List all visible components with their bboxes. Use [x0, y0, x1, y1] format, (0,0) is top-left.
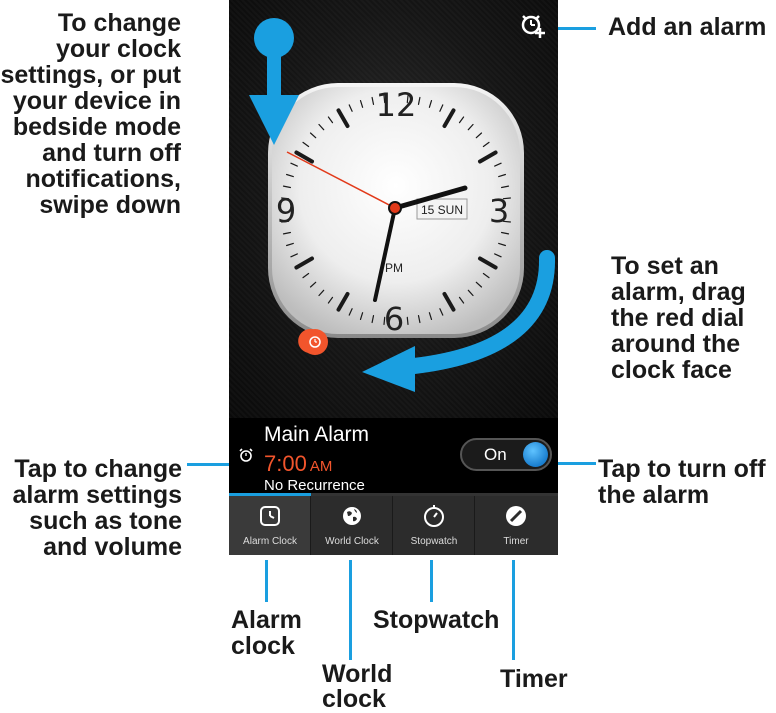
- callout-connector-turn-off: [556, 462, 596, 465]
- alarm-toggle[interactable]: On: [460, 438, 552, 471]
- callout-line: around the: [611, 330, 741, 358]
- add-alarm-button[interactable]: [518, 10, 548, 40]
- clock-face-area[interactable]: 12 3 6 9 15 SUN PM: [229, 0, 558, 418]
- callout-line: To change: [57, 9, 181, 37]
- numeral-12: 12: [376, 86, 417, 124]
- callout-tab-alarm-clock: Alarm clock: [231, 607, 302, 659]
- callout-line: and turn off: [42, 139, 181, 167]
- timer-icon: [506, 506, 526, 526]
- callout-line: World: [322, 660, 393, 688]
- callout-connector-alarm-clock: [265, 560, 268, 602]
- callout-line: your clock: [55, 35, 181, 63]
- toggle-knob[interactable]: [523, 442, 548, 467]
- callout-turn-off-alarm: Tap to turn off the alarm: [598, 456, 776, 508]
- callout-line: and volume: [43, 533, 182, 561]
- callout-connector-stopwatch: [430, 560, 433, 602]
- globe-icon: [343, 507, 361, 525]
- clock-center: [388, 201, 402, 215]
- alarm-clock-icon: [239, 448, 253, 462]
- callout-line: Alarm: [231, 606, 302, 634]
- analog-clock: 12 3 6 9 15 SUN PM: [249, 18, 556, 392]
- phone-screen: 12 3 6 9 15 SUN PM Main Alarm 7:00 AM No…: [229, 0, 558, 555]
- tab-label: Alarm Clock: [243, 536, 297, 547]
- alarm-ampm: AM: [309, 458, 333, 475]
- callout-tab-world-clock: World clock: [322, 662, 392, 712]
- numeral-9: 9: [276, 192, 296, 230]
- callout-line: bedside mode: [12, 113, 181, 141]
- callout-tab-timer: Timer: [500, 665, 568, 693]
- callout-line: your device in: [12, 87, 181, 115]
- alarm-recurrence: No Recurrence: [264, 477, 365, 494]
- stopwatch-icon: [424, 505, 444, 527]
- tab-alarm-clock[interactable]: Alarm Clock: [229, 496, 311, 555]
- toggle-label: On: [484, 445, 507, 464]
- add-alarm-icon: [521, 15, 545, 38]
- tab-label: Stopwatch: [410, 536, 458, 547]
- callout-line: the red dial: [611, 304, 745, 332]
- tab-label: World Clock: [325, 536, 379, 547]
- callout-tab-stopwatch: Stopwatch: [373, 606, 500, 634]
- tab-world-clock[interactable]: World Clock: [311, 496, 393, 555]
- callout-line: settings, or put: [0, 61, 181, 89]
- callout-line: To set an: [611, 252, 719, 280]
- callout-line: clock: [231, 632, 295, 660]
- alarm-row[interactable]: Main Alarm 7:00 AM No Recurrence On: [229, 418, 558, 494]
- callout-connector-add-alarm: [556, 27, 596, 30]
- tab-label: Timer: [503, 536, 529, 547]
- callout-line: Tap to turn off: [598, 455, 766, 483]
- callout-connector-world-clock: [349, 560, 352, 660]
- callout-line: alarm settings: [12, 481, 182, 509]
- callout-line: the alarm: [598, 481, 710, 509]
- callout-line: clock face: [611, 356, 732, 384]
- callout-line: such as tone: [29, 507, 182, 535]
- callout-alarm-settings: Tap to change alarm settings such as ton…: [0, 456, 182, 560]
- callout-set-alarm: To set an alarm, drag the red dial aroun…: [611, 253, 776, 383]
- callout-line: alarm, drag: [611, 278, 746, 306]
- callout-connector-alarm-settings: [187, 463, 233, 466]
- alarm-time-value: 7:00: [264, 451, 307, 476]
- callout-connector-timer: [512, 560, 515, 660]
- numeral-3: 3: [489, 192, 509, 230]
- tab-timer[interactable]: Timer: [475, 496, 557, 555]
- alarm-time: 7:00 AM: [264, 451, 332, 477]
- callout-line: swipe down: [39, 191, 181, 219]
- alarm-name: Main Alarm: [264, 423, 370, 446]
- alarm-clock-icon: [260, 506, 280, 526]
- tab-bar: Alarm Clock World Clock Stopwatch Timer: [229, 493, 558, 555]
- numeral-6: 6: [384, 300, 404, 338]
- date-label: 15 SUN: [421, 203, 463, 217]
- callout-line: clock: [322, 685, 386, 713]
- callout-line: notifications,: [25, 165, 181, 193]
- tab-stopwatch[interactable]: Stopwatch: [393, 496, 475, 555]
- minute-tick: [406, 316, 409, 325]
- alarm-dial-handle[interactable]: [298, 329, 328, 355]
- period-label: PM: [385, 261, 403, 275]
- callout-swipe-down-settings: To change your clock settings, or put yo…: [0, 10, 181, 218]
- callout-add-alarm: Add an alarm: [608, 13, 767, 41]
- callout-line: Tap to change: [14, 455, 182, 483]
